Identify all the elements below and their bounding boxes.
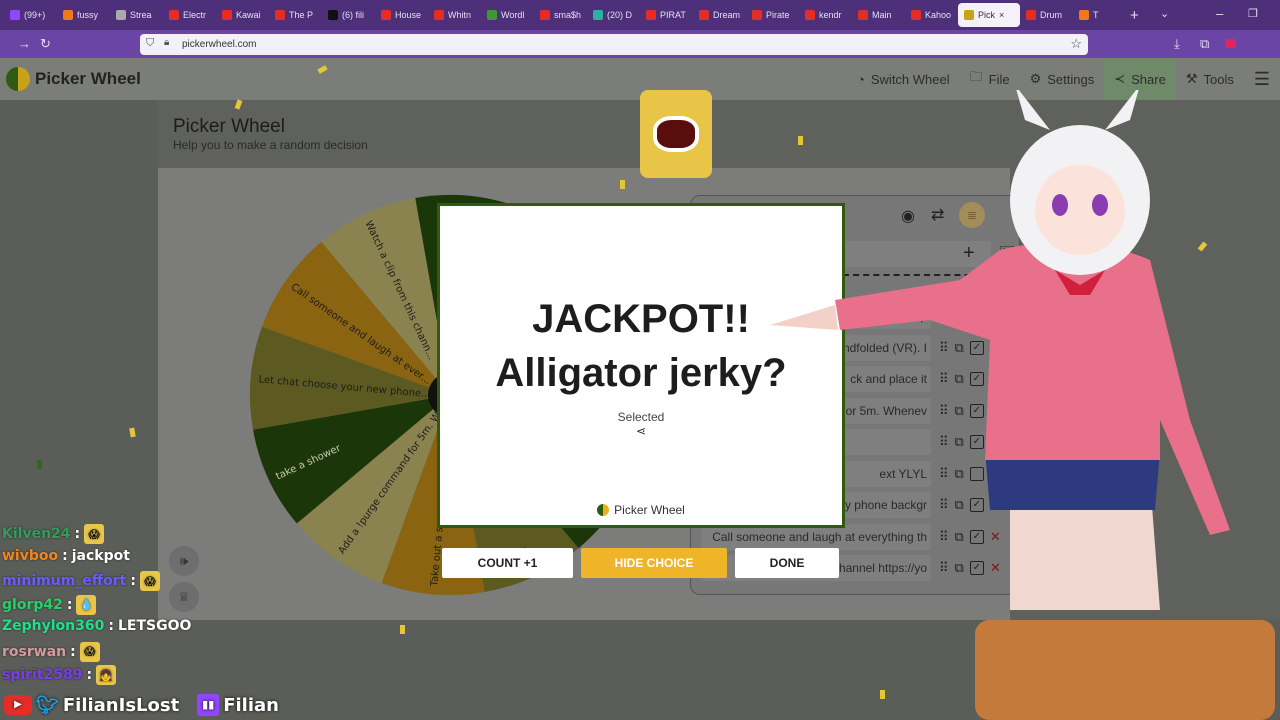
blob-emote-icon: 💧 <box>76 594 97 615</box>
chat-message: glorp42: 💧 <box>2 594 97 615</box>
sound-toggle-button[interactable]: 🕪︎ <box>169 546 199 576</box>
confetti <box>620 180 625 189</box>
twitch-icon: ▮▮ <box>197 694 220 716</box>
chat-text: LETSGOO <box>117 618 192 634</box>
scream-emote-icon: 😱 <box>79 641 100 662</box>
chat-username: minimum_effort <box>2 573 127 589</box>
chat-separator: : <box>70 643 76 660</box>
chat-separator: : <box>108 618 114 634</box>
youtube-twitter-handle: FilianIsLost <box>62 694 180 716</box>
vtuber-avatar <box>770 90 1275 720</box>
confetti <box>798 136 803 145</box>
chat-separator: : <box>130 573 136 589</box>
results-button[interactable]: ♕ <box>169 582 199 612</box>
chat-separator: : <box>62 547 68 564</box>
chat-message: rosrwan: 😱 <box>2 641 100 662</box>
logo-icon <box>597 504 610 516</box>
confetti <box>37 460 42 469</box>
chat-separator: : <box>74 526 81 542</box>
screaming-emote-image <box>640 90 712 178</box>
chat-separator: : <box>66 596 73 613</box>
chat-message: wivboo: jackpot <box>2 548 130 564</box>
twitch-handle: Filian <box>223 694 279 716</box>
stream-chat: Kilven24: 😱 wivboo: jackpot minimum_effort: 😱… <box>0 524 191 689</box>
scream-emote-icon: 😱 <box>84 524 105 544</box>
chat-separator: : <box>86 667 93 683</box>
chat-message: Zephylon360: LETSGOO <box>2 618 191 634</box>
chat-message: spirit2589: 👧 <box>2 665 117 685</box>
chat-username: spirit2589 <box>2 667 83 683</box>
chat-username: wivboo <box>2 547 59 564</box>
twitter-icon: 🐦︎ <box>36 694 59 716</box>
hide-choice-button[interactable]: HIDE CHOICE <box>581 548 727 578</box>
youtube-icon: ▶ <box>4 695 32 715</box>
social-banner: ▶ 🐦︎ FilianIsLost ▮▮ Filian <box>4 694 279 716</box>
chat-username: rosrwan <box>2 643 67 660</box>
chat-username: Zephylon360 <box>2 618 105 634</box>
chat-message: minimum_effort: 😱 <box>2 571 160 591</box>
scream-emote-icon: 😱 <box>139 571 160 591</box>
confetti <box>400 625 405 634</box>
chat-username: glorp42 <box>2 596 63 613</box>
chat-text: jackpot <box>71 547 130 564</box>
girl-emote-icon: 👧 <box>96 665 117 685</box>
trophy-icon: ♕ <box>178 589 190 604</box>
chat-message: Kilven24: 😱 <box>2 524 105 544</box>
count-plus-one-button[interactable]: COUNT +1 <box>442 548 573 578</box>
chat-username: Kilven24 <box>2 526 71 542</box>
speaker-icon: 🕪︎ <box>179 553 189 568</box>
confetti <box>880 690 885 699</box>
